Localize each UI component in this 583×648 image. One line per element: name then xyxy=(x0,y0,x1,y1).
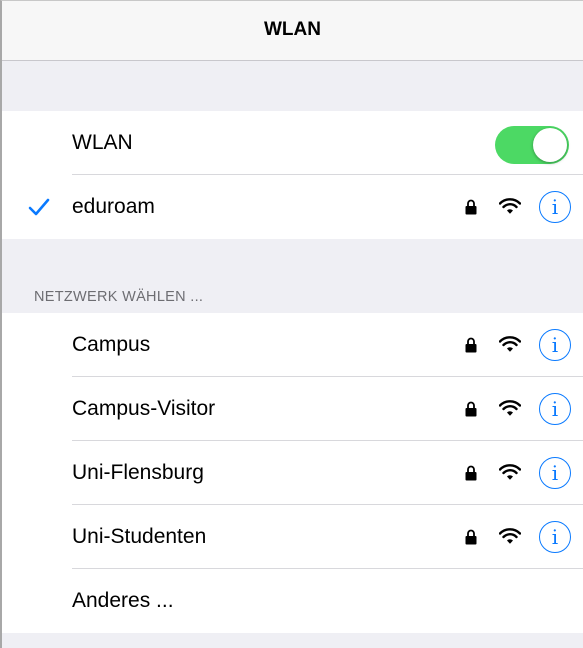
network-name: Campus-Visitor xyxy=(72,397,216,420)
toggle-knob xyxy=(533,128,567,162)
page-title: WLAN xyxy=(264,19,321,40)
section-header: NETZWERK WÄHLEN ... xyxy=(34,289,204,305)
lock-icon xyxy=(465,465,477,481)
network-list: Campus i Campus-Visitor i Uni-Flensburg … xyxy=(2,313,583,633)
network-row[interactable]: Campus-Visitor i xyxy=(2,377,583,441)
checkmark-icon xyxy=(28,198,50,216)
other-network-row[interactable]: Anderes ... xyxy=(2,569,583,633)
info-button[interactable]: i xyxy=(539,329,571,361)
navigation-bar: WLAN xyxy=(2,1,583,61)
lock-icon xyxy=(465,529,477,545)
network-row[interactable]: Uni-Studenten i xyxy=(2,505,583,569)
wifi-icon xyxy=(499,464,521,480)
network-name: Uni-Studenten xyxy=(72,525,207,548)
network-name: Campus xyxy=(72,333,151,356)
connected-network-row[interactable]: eduroam i xyxy=(2,175,583,239)
network-row[interactable]: Uni-Flensburg i xyxy=(2,441,583,505)
other-network-label: Anderes ... xyxy=(72,589,174,612)
info-button[interactable]: i xyxy=(539,457,571,489)
wifi-icon xyxy=(499,336,521,352)
wlan-settings-screen: WLAN WLAN eduroam i NETZWERK WÄHLEN ... … xyxy=(0,0,583,648)
info-button[interactable]: i xyxy=(539,191,571,223)
info-button[interactable]: i xyxy=(539,393,571,425)
wlan-toggle-switch[interactable] xyxy=(495,126,569,164)
connected-network-name: eduroam xyxy=(72,195,155,218)
info-button[interactable]: i xyxy=(539,521,571,553)
network-name: Uni-Flensburg xyxy=(72,461,204,484)
wifi-icon xyxy=(499,198,521,214)
lock-icon xyxy=(465,337,477,353)
wlan-group: WLAN eduroam i xyxy=(2,111,583,239)
wlan-toggle-label: WLAN xyxy=(72,131,133,154)
wifi-icon xyxy=(499,528,521,544)
network-row[interactable]: Campus i xyxy=(2,313,583,377)
lock-icon xyxy=(465,401,477,417)
wifi-icon xyxy=(499,400,521,416)
lock-icon xyxy=(465,199,477,215)
wlan-toggle-row: WLAN xyxy=(2,111,583,175)
